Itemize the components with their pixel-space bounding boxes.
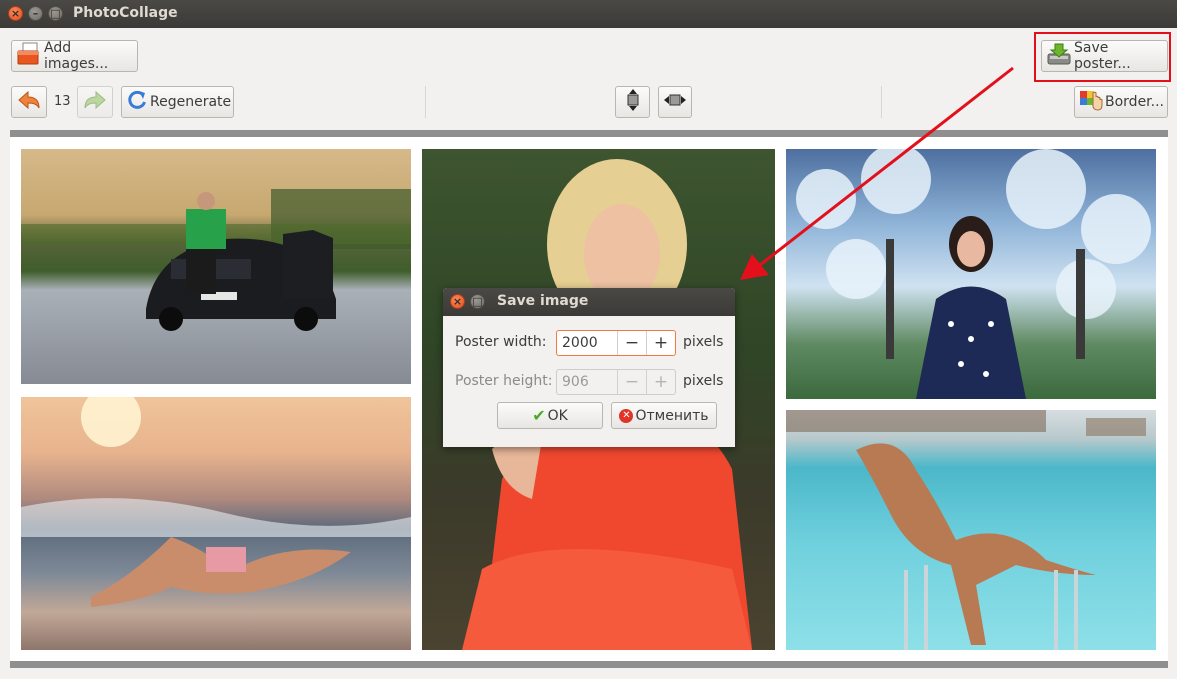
dialog-title: Save image [497, 293, 589, 309]
poster-height-input: 906 [562, 374, 589, 390]
poster-height-unit: pixels [683, 373, 724, 389]
poster-width-decrement-button[interactable]: − [617, 331, 646, 355]
maximize-icon: □ [472, 295, 483, 308]
checkmark-icon: ✔ [532, 406, 546, 425]
ok-button[interactable]: ✔ OK [497, 402, 603, 429]
cancel-button[interactable]: ✕ Отменить [611, 402, 717, 429]
ok-label: OK [547, 407, 568, 424]
poster-width-increment-button[interactable]: + [646, 331, 675, 355]
poster-height-spinner: 906 − + [556, 369, 676, 395]
dialog-close-button[interactable]: × [450, 294, 465, 309]
poster-width-label: Poster width: [455, 334, 547, 350]
poster-width-unit: pixels [683, 334, 724, 350]
dialog-maximize-button[interactable]: □ [470, 294, 485, 309]
poster-height-decrement-button: − [617, 370, 646, 394]
close-icon: × [452, 295, 463, 308]
cancel-label: Отменить [635, 407, 709, 424]
save-image-dialog: × □ Save image Poster width: 2000 − + pi… [443, 288, 735, 447]
cancel-icon: ✕ [619, 408, 634, 423]
poster-width-input[interactable]: 2000 [557, 331, 617, 355]
dialog-titlebar: × □ Save image [443, 288, 735, 316]
poster-width-spinner[interactable]: 2000 − + [556, 330, 676, 356]
poster-height-increment-button: + [646, 370, 675, 394]
poster-height-label: Poster height: [455, 373, 553, 389]
